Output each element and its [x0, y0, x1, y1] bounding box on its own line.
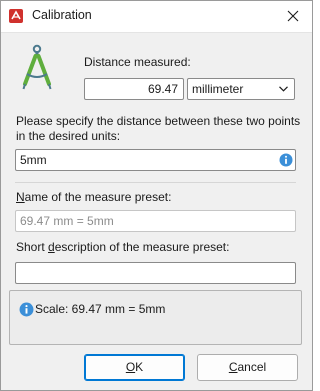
separator	[15, 182, 296, 183]
distance-measured-label: Distance measured:	[84, 55, 191, 69]
preset-name-input[interactable]: 69.47 mm = 5mm	[15, 210, 296, 232]
ok-button[interactable]: OK	[84, 354, 185, 381]
cancel-button[interactable]: Cancel	[197, 354, 298, 381]
scale-status-text: Scale: 69.47 mm = 5mm	[35, 302, 166, 316]
close-icon	[287, 10, 298, 22]
desired-distance-input[interactable]: 5mm	[15, 149, 296, 171]
window-title: Calibration	[32, 8, 92, 22]
title-bar: Calibration	[0, 0, 313, 32]
unit-select[interactable]: millimeter	[187, 78, 295, 100]
preset-description-label: Short description of the measure preset:	[16, 240, 230, 254]
unit-select-value: millimeter	[192, 82, 244, 96]
pdf-app-icon	[9, 9, 23, 23]
chevron-down-icon	[279, 86, 288, 92]
info-icon	[19, 302, 34, 317]
close-button[interactable]	[272, 0, 313, 32]
distance-value-input[interactable]: 69.47	[84, 78, 184, 100]
scale-status-box: Scale: 69.47 mm = 5mm	[9, 290, 302, 345]
info-icon[interactable]	[279, 153, 293, 167]
compass-icon	[22, 44, 52, 90]
preset-description-input[interactable]	[15, 262, 296, 284]
preset-name-label: Name of the measure preset:	[16, 190, 172, 204]
specify-distance-label: Please specify the distance between thes…	[16, 114, 301, 143]
